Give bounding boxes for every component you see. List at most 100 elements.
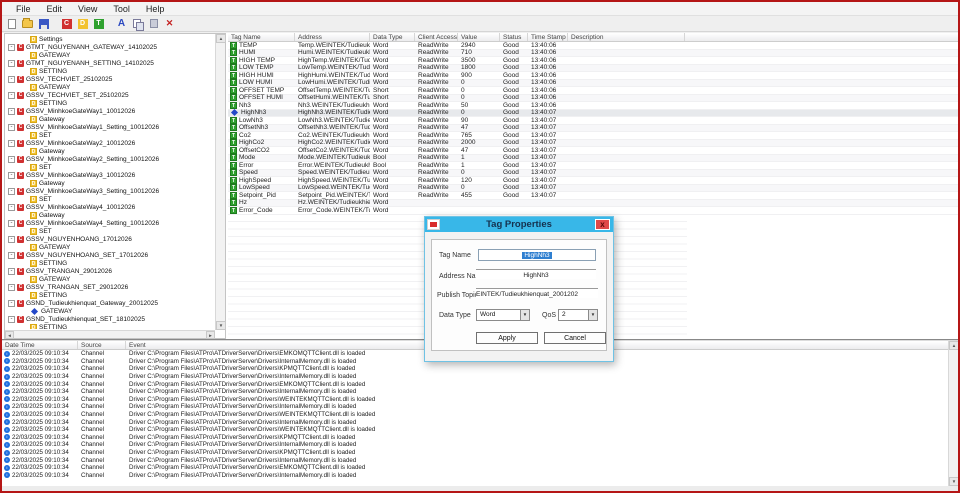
log-row[interactable]: i22/03/2025 09:10:34ChannelDriver C:\Pro…: [2, 418, 948, 426]
tree-collapse-icon[interactable]: -: [8, 316, 15, 323]
tree-item[interactable]: -CGSSV_TECHVIET_SET_25102025: [5, 91, 214, 99]
tree-item[interactable]: DSETTING: [5, 99, 214, 107]
tree-collapse-icon[interactable]: -: [8, 204, 15, 211]
chevron-down-icon[interactable]: ▼: [520, 310, 529, 320]
export-button[interactable]: [147, 17, 160, 30]
tree-item[interactable]: DSET: [5, 131, 214, 139]
tree-collapse-icon[interactable]: -: [8, 252, 15, 259]
tree-item[interactable]: -CGSSV_MinhkoeGateWay1_Setting_10012026: [5, 123, 214, 131]
column-header-time-stamp[interactable]: Time Stamp: [528, 33, 568, 41]
column-header-client-access[interactable]: Client Access: [415, 33, 458, 41]
tree-collapse-icon[interactable]: -: [8, 300, 15, 307]
tree-item[interactable]: DSET: [5, 163, 214, 171]
log-row[interactable]: i22/03/2025 09:10:34ChannelDriver C:\Pro…: [2, 441, 948, 449]
tree-collapse-icon[interactable]: -: [8, 44, 15, 51]
font-button[interactable]: A: [115, 17, 128, 30]
save-button[interactable]: [37, 17, 50, 30]
tree-item[interactable]: -CGTMT_NGUYENANH_SETTING_14102025: [5, 59, 214, 67]
log-row[interactable]: i22/03/2025 09:10:34ChannelDriver C:\Pro…: [2, 365, 948, 373]
log-row[interactable]: i22/03/2025 09:10:34ChannelDriver C:\Pro…: [2, 411, 948, 419]
tree-item[interactable]: DSettings: [5, 35, 214, 43]
log-row[interactable]: i22/03/2025 09:10:34ChannelDriver C:\Pro…: [2, 373, 948, 381]
menu-edit[interactable]: Edit: [39, 2, 71, 16]
chevron-down-icon[interactable]: ▼: [588, 310, 597, 320]
open-project-button[interactable]: [21, 17, 34, 30]
column-header-data-type[interactable]: Data Type: [370, 33, 415, 41]
scroll-left-icon[interactable]: ◄: [5, 331, 14, 339]
tree-item[interactable]: DGateway: [5, 179, 214, 187]
tree-item[interactable]: GATEWAY: [5, 307, 214, 315]
add-device-button[interactable]: D: [76, 17, 89, 30]
log-vertical-scrollbar[interactable]: ▲ ▼: [948, 341, 958, 486]
tree-collapse-icon[interactable]: -: [8, 156, 15, 163]
log-column-header-source[interactable]: Source: [78, 341, 126, 349]
tree-item[interactable]: DSETTING: [5, 291, 214, 299]
tree-item[interactable]: DSET: [5, 195, 214, 203]
tree-item[interactable]: -CGSSV_MinhkoeGateWay2_10012026: [5, 139, 214, 147]
new-file-button[interactable]: [5, 17, 18, 30]
scroll-up-icon[interactable]: ▲: [949, 341, 959, 350]
tree-item[interactable]: DGATEWAY: [5, 83, 214, 91]
tree-item[interactable]: DGATEWAY: [5, 51, 214, 59]
tree-item[interactable]: -CGSSV_TRANGAN_29012026: [5, 267, 214, 275]
tree-item[interactable]: -CGSSV_MinhkoeGateWay3_10012026: [5, 171, 214, 179]
delete-button[interactable]: ✕: [163, 17, 176, 30]
log-row[interactable]: i22/03/2025 09:10:34ChannelDriver C:\Pro…: [2, 449, 948, 457]
tree-collapse-icon[interactable]: -: [8, 236, 15, 243]
tree-collapse-icon[interactable]: -: [8, 76, 15, 83]
tree-item[interactable]: DGATEWAY: [5, 275, 214, 283]
tree-collapse-icon[interactable]: -: [8, 124, 15, 131]
tree-item[interactable]: -CGSSV_NGUYENHOANG_SET_17012026: [5, 251, 214, 259]
tree-item[interactable]: DSETTING: [5, 323, 214, 329]
tree-item[interactable]: DSETTING: [5, 67, 214, 75]
menu-view[interactable]: View: [70, 2, 105, 16]
tree-item[interactable]: -CGSND_Tudieukhienquat_SET_18102025: [5, 315, 214, 323]
menu-help[interactable]: Help: [138, 2, 173, 16]
tree-collapse-icon[interactable]: -: [8, 220, 15, 227]
log-row[interactable]: i22/03/2025 09:10:34ChannelDriver C:\Pro…: [2, 472, 948, 480]
tree-collapse-icon[interactable]: -: [8, 140, 15, 147]
log-row[interactable]: i22/03/2025 09:10:34ChannelDriver C:\Pro…: [2, 434, 948, 442]
column-header-description[interactable]: Description: [568, 33, 685, 41]
log-column-header-date-time[interactable]: Date Time: [2, 341, 78, 349]
scroll-down-icon[interactable]: ▼: [216, 321, 226, 330]
tree-item[interactable]: -CGSSV_NGUYENHOANG_17012026: [5, 235, 214, 243]
log-row[interactable]: i22/03/2025 09:10:34ChannelDriver C:\Pro…: [2, 456, 948, 464]
column-header-address[interactable]: Address: [295, 33, 370, 41]
tree-collapse-icon[interactable]: -: [8, 188, 15, 195]
cancel-button[interactable]: Cancel: [544, 332, 606, 344]
qos-select[interactable]: 2▼: [558, 309, 598, 321]
tree-item[interactable]: -CGSSV_TECHVIET_25102025: [5, 75, 214, 83]
tree-item[interactable]: -CGSSV_TRANGAN_SET_29012026: [5, 283, 214, 291]
log-row[interactable]: i22/03/2025 09:10:34ChannelDriver C:\Pro…: [2, 464, 948, 472]
tree-item[interactable]: -CGSSV_MinhkoeGateWay1_10012026: [5, 107, 214, 115]
tree-item[interactable]: -CGSSV_MinhkoeGateWay4_Setting_10012026: [5, 219, 214, 227]
close-icon[interactable]: x: [595, 219, 610, 230]
log-row[interactable]: i22/03/2025 09:10:34ChannelDriver C:\Pro…: [2, 426, 948, 434]
menu-tool[interactable]: Tool: [105, 2, 138, 16]
address-name-input[interactable]: HighNh3: [476, 269, 596, 279]
tree-collapse-icon[interactable]: -: [8, 284, 15, 291]
data-type-select[interactable]: Word▼: [476, 309, 530, 321]
menu-file[interactable]: File: [8, 2, 39, 16]
tree-item[interactable]: -CGSSV_MinhkoeGateWay4_10012026: [5, 203, 214, 211]
publish-topic-input[interactable]: EINTEK/Tudieukhienquat_2001202: [476, 288, 598, 298]
tree-item[interactable]: -CGSSV_MinhkoeGateWay2_Setting_10012026: [5, 155, 214, 163]
tree-item[interactable]: DGateway: [5, 147, 214, 155]
table-row[interactable]: TError_CodeError_Code.WEINTEK/Tude...Wor…: [228, 207, 958, 215]
log-row[interactable]: i22/03/2025 09:10:34ChannelDriver C:\Pro…: [2, 380, 948, 388]
add-channel-button[interactable]: C: [60, 17, 73, 30]
tree-item[interactable]: -CGSND_Tudieukhienquat_Gateway_20012025: [5, 299, 214, 307]
scroll-up-icon[interactable]: ▲: [216, 34, 226, 43]
tree-item[interactable]: DSET: [5, 227, 214, 235]
scroll-down-icon[interactable]: ▼: [949, 477, 959, 486]
log-row[interactable]: i22/03/2025 09:10:34ChannelDriver C:\Pro…: [2, 396, 948, 404]
tree-item[interactable]: DGateway: [5, 115, 214, 123]
tree-collapse-icon[interactable]: -: [8, 172, 15, 179]
tree-item[interactable]: DSETTING: [5, 259, 214, 267]
column-header-tag-name[interactable]: Tag Name: [228, 33, 295, 41]
add-tag-button[interactable]: T: [92, 17, 105, 30]
copy-button[interactable]: [131, 17, 144, 30]
tree-collapse-icon[interactable]: -: [8, 108, 15, 115]
log-row[interactable]: i22/03/2025 09:10:34ChannelDriver C:\Pro…: [2, 388, 948, 396]
